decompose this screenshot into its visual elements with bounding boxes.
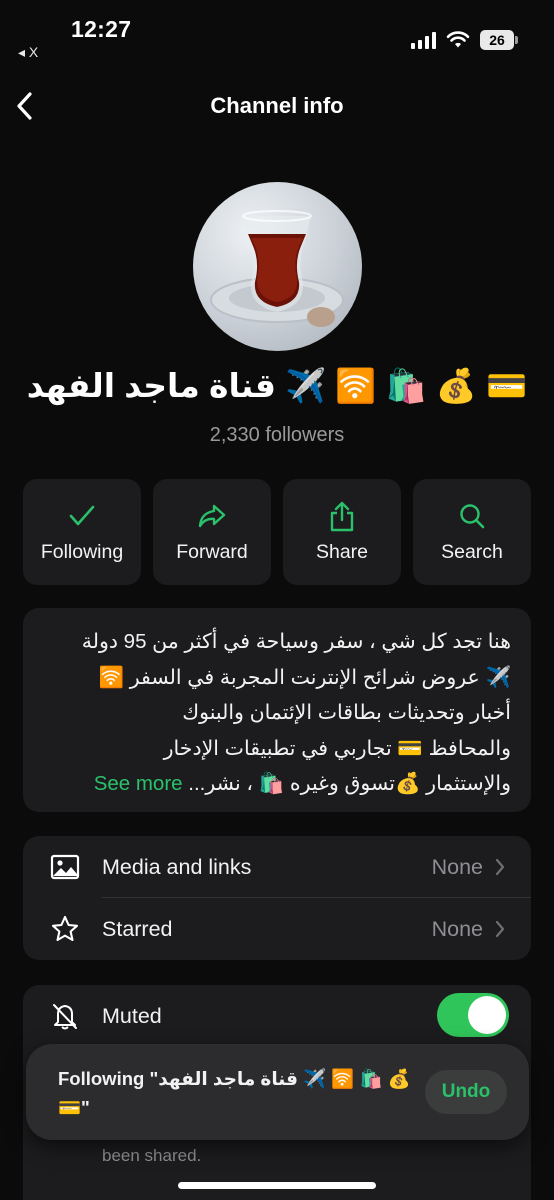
following-toast: Following "قناة ماجد الفهد ✈️ 🛜 🛍️ 💰 💳" … [26, 1044, 529, 1140]
battery-icon: 26 [480, 30, 518, 50]
media-starred-group: Media and links None Starred None [23, 836, 531, 960]
media-and-links-row[interactable]: Media and links None [23, 836, 531, 898]
following-button[interactable]: Following [23, 479, 141, 585]
description-line-last: والإستثمار 💰تسوق وغيره 🛍️ ، نشر... See m… [43, 766, 511, 802]
home-indicator[interactable] [178, 1182, 376, 1189]
media-and-links-label: Media and links [102, 854, 252, 879]
search-label: Search [441, 540, 503, 563]
tea-glass-image [210, 210, 344, 327]
status-indicators: 26 [411, 30, 518, 50]
description-line: هنا تجد كل شي ، سفر وسياحة في أكثر من 95… [81, 630, 511, 653]
undo-button[interactable]: Undo [425, 1070, 507, 1114]
checkmark-icon [68, 501, 96, 531]
description-line: أخبار وتحديثات بطاقات الإئتمان والبنوك [182, 701, 511, 724]
channel-name: قناة ماجد الفهد ✈️ 🛜 🛍️ 💰 💳 [26, 367, 528, 404]
navigation-bar: Channel info [0, 80, 554, 134]
starred-label: Starred [102, 916, 173, 941]
muted-label: Muted [102, 1003, 162, 1028]
media-and-links-value: None [431, 854, 483, 879]
bell-slash-icon [49, 1000, 81, 1032]
notification-footnote: been shared. [102, 1146, 202, 1165]
description-line: والإستثمار 💰تسوق وغيره 🛍️ ، نشر... [188, 772, 511, 795]
toggle-knob [468, 996, 506, 1034]
channel-description: هنا تجد كل شي ، سفر وسياحة في أكثر من 95… [23, 608, 531, 812]
share-button[interactable]: Share [283, 479, 401, 585]
page-title: Channel info [210, 93, 344, 118]
wifi-icon [446, 31, 470, 49]
see-more-link[interactable]: See more [94, 772, 183, 795]
share-icon [329, 501, 355, 531]
search-icon [458, 501, 486, 531]
cellular-signal-icon [411, 31, 436, 49]
chevron-right-icon [495, 857, 509, 877]
star-icon [49, 913, 81, 945]
status-bar: 12:27 ◂ X 26 [0, 0, 554, 80]
description-line: والمحافظ 💳 تجاربي في تطبيقات الإدخار [163, 736, 511, 760]
following-label: Following [40, 540, 124, 563]
forward-label: Forward [176, 540, 248, 563]
status-time: 12:27 [71, 16, 132, 42]
muted-row: Muted [23, 985, 531, 1047]
description-line: ✈️ عروض شرائح الإنترنت المجربة في السفر … [98, 665, 511, 689]
action-buttons: Following Forward Share Search [23, 479, 531, 585]
back-to-app-link[interactable]: ◂ X [18, 44, 38, 61]
forward-button[interactable]: Forward [153, 479, 271, 585]
starred-value: None [431, 916, 483, 941]
followers-count: 2,330 followers [209, 424, 345, 446]
chevron-right-icon [495, 919, 509, 939]
image-icon [49, 851, 81, 883]
forward-arrow-icon [197, 501, 227, 531]
share-label: Share [315, 540, 369, 563]
channel-info-screen: 12:27 ◂ X 26 Channel info قناة ماجد الفه… [0, 0, 554, 1200]
channel-avatar[interactable] [193, 182, 362, 351]
search-button[interactable]: Search [413, 479, 531, 585]
muted-toggle[interactable] [437, 993, 509, 1037]
toast-message: Following "قناة ماجد الفهد ✈️ 🛜 🛍️ 💰 💳" [58, 1068, 411, 1118]
starred-row[interactable]: Starred None [23, 898, 531, 960]
